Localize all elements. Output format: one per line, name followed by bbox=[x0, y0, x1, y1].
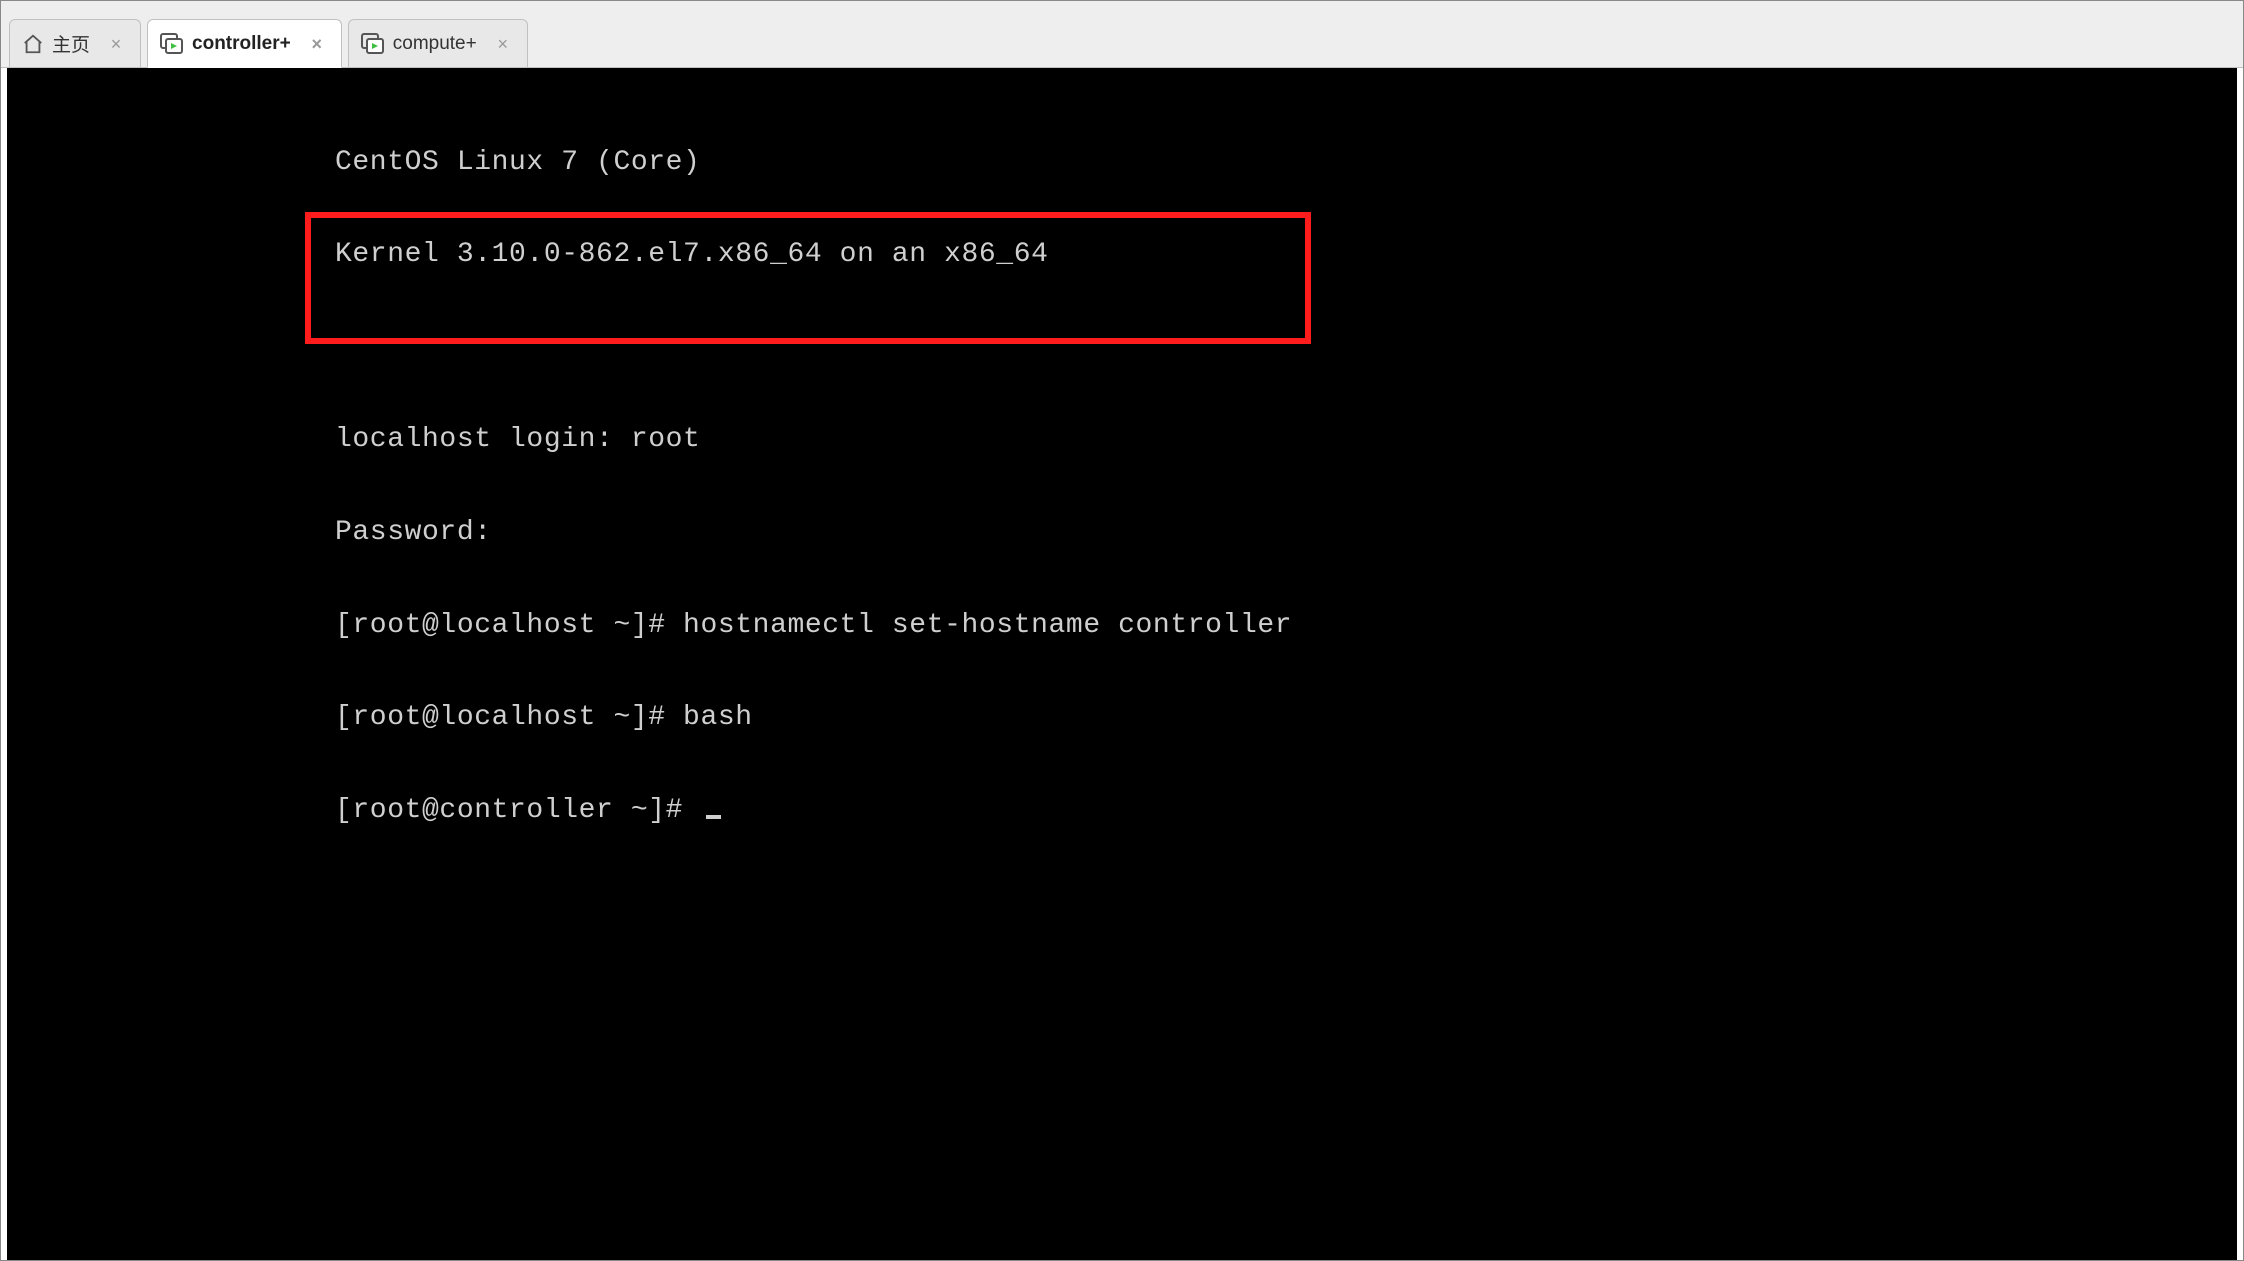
tab-bar: 主页 × controller+ × bbox=[1, 1, 2243, 68]
home-icon bbox=[22, 33, 44, 55]
tab-label: compute+ bbox=[393, 33, 477, 55]
close-icon[interactable]: × bbox=[307, 34, 327, 54]
tab-label: controller+ bbox=[192, 33, 291, 55]
terminal-console[interactable]: CentOS Linux 7 (Core) Kernel 3.10.0-862.… bbox=[1, 68, 2243, 1260]
console-line: Kernel 3.10.0-862.el7.x86_64 on an x86_6… bbox=[7, 240, 2237, 271]
close-icon[interactable]: × bbox=[493, 34, 513, 54]
vm-icon bbox=[361, 33, 385, 55]
cursor-icon bbox=[706, 815, 721, 819]
console-line: [root@localhost ~]# bash bbox=[7, 703, 2237, 734]
console-prompt-line: [root@controller ~]# bbox=[7, 796, 2237, 827]
console-line: localhost login: root bbox=[7, 425, 2237, 456]
tab-controller[interactable]: controller+ × bbox=[147, 19, 342, 68]
console-line-text: [root@controller ~]# bbox=[335, 795, 700, 826]
console-line: Password: bbox=[7, 518, 2237, 549]
tab-label: 主页 bbox=[52, 30, 90, 57]
annotation-highlight-box bbox=[305, 212, 1311, 344]
console-line: CentOS Linux 7 (Core) bbox=[7, 148, 2237, 179]
tab-compute[interactable]: compute+ × bbox=[348, 19, 528, 67]
app-window: 主页 × controller+ × bbox=[0, 0, 2244, 1261]
close-icon[interactable]: × bbox=[106, 34, 126, 54]
tab-home[interactable]: 主页 × bbox=[9, 19, 141, 67]
vm-icon bbox=[160, 33, 184, 55]
console-line bbox=[7, 333, 2237, 364]
console-line: [root@localhost ~]# hostnamectl set-host… bbox=[7, 611, 2237, 642]
